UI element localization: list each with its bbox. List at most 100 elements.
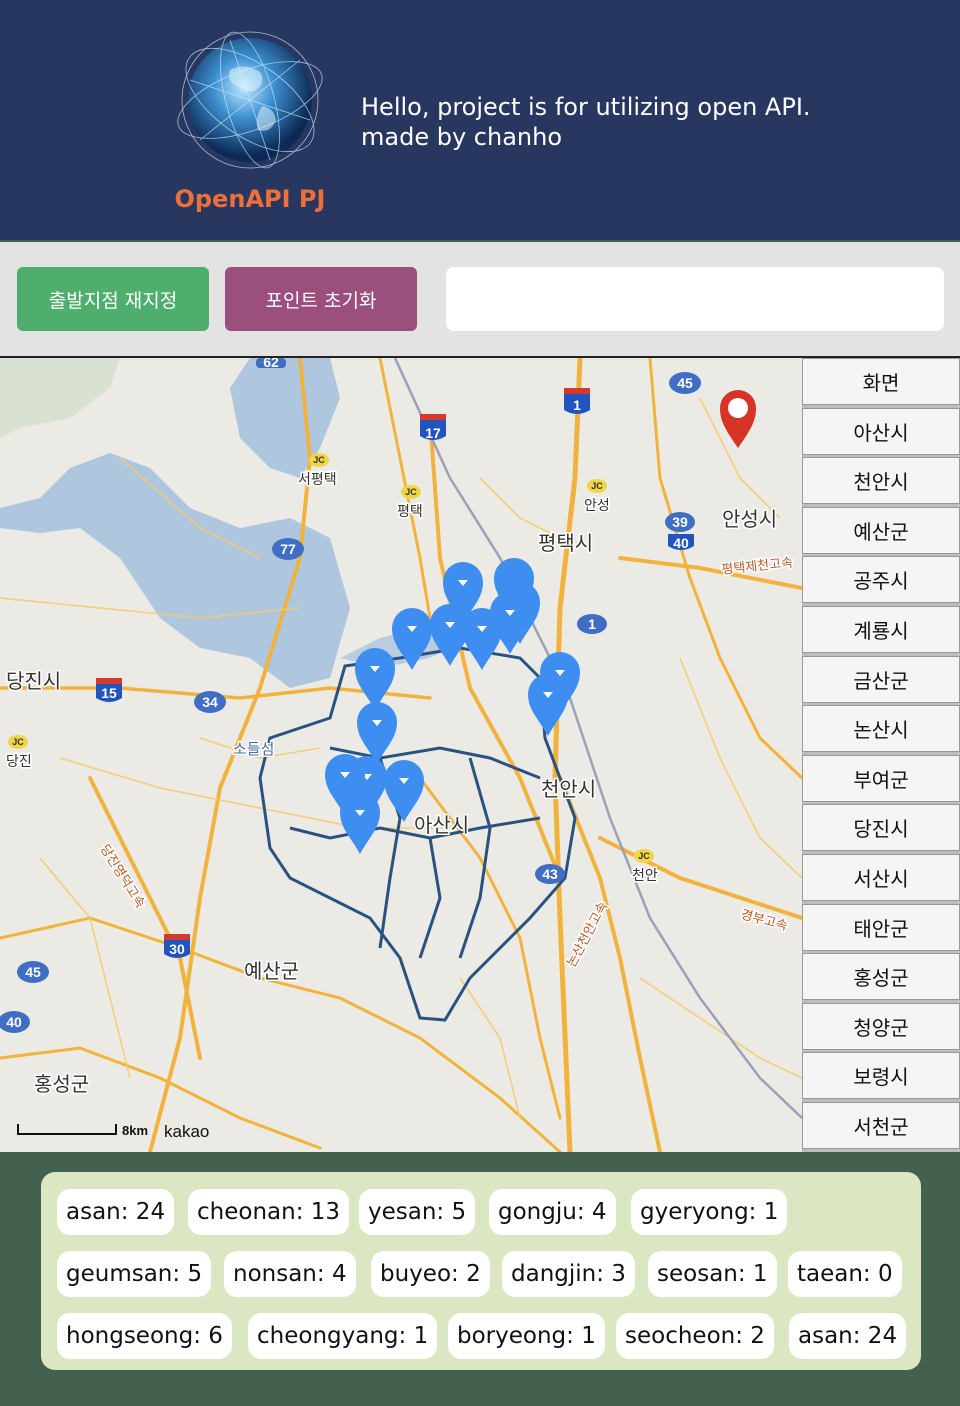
label-yesan-county: 예산군 [244,959,299,983]
map-pin-icon[interactable] [462,608,502,670]
svg-text:45: 45 [25,964,41,980]
stat-chip-gyeryong: gyeryong: 1 [631,1189,788,1235]
map-view[interactable]: 62 17 1 45 39 40 77 15 34 1 43 30 45 40 … [0,358,802,1152]
toolbar: 출발지점 재지정 포인트 초기화 [0,242,960,359]
region-item-screen[interactable]: 화면 [802,358,960,405]
stat-chip-dangjin: dangjin: 3 [502,1251,635,1297]
svg-text:17: 17 [425,425,441,441]
label-road-pyeongtaek-jecheon: 평택제천고속 [721,556,794,578]
svg-text:1: 1 [573,397,581,413]
svg-text:77: 77 [280,541,296,557]
route-shield: 17 [420,414,446,441]
intro-text: Hello, project is for utilizing open API… [361,92,811,152]
label-dangjin-city: 당진시 [6,669,61,693]
marker-group [325,558,580,854]
svg-text:39: 39 [672,514,688,530]
reset-points-button[interactable]: 포인트 초기화 [225,267,417,331]
region-item-cheongyang[interactable]: 청양군 [802,1002,960,1050]
region-item-taean[interactable]: 태안군 [802,903,960,951]
route-shield: 39 [665,512,695,532]
svg-text:JC: JC [405,487,417,497]
stat-chip-buyeo: buyeo: 2 [371,1251,490,1297]
region-item-seosan[interactable]: 서산시 [802,853,960,901]
stat-chip-gongju: gongju: 4 [489,1189,616,1235]
svg-text:43: 43 [542,866,558,882]
app-header: OpenAPI PJ Hello, project is for utilizi… [0,0,960,240]
stat-chip-yesan: yesan: 5 [359,1189,476,1235]
svg-text:JC: JC [591,481,603,491]
route-shield: 30 [164,934,190,958]
stat-chip-boryeong: boryeong: 1 [448,1313,605,1359]
route-shield: 45 [669,372,701,394]
route-shield: 34 [194,691,226,713]
svg-text:62: 62 [263,358,279,370]
red-pin-icon[interactable] [720,390,756,448]
route-shield: 77 [272,538,304,560]
region-item-asan[interactable]: 아산시 [802,407,960,455]
region-item-cheonan[interactable]: 천안시 [802,457,960,505]
map-pin-icon[interactable] [340,792,380,854]
stat-chip-nonsan: nonsan: 4 [224,1251,356,1297]
jc-badge: JC [634,849,654,863]
map-canvas[interactable]: 62 17 1 45 39 40 77 15 34 1 43 30 45 40 … [0,358,802,1152]
region-item-boryeong[interactable]: 보령시 [802,1052,960,1100]
region-item-yesan[interactable]: 예산군 [802,506,960,554]
stat-chip-asan-total: asan: 24 [789,1313,907,1359]
region-list: 화면 아산시 천안시 예산군 공주시 계룡시 금산군 논산시 부여군 당진시 서… [802,358,960,1152]
svg-text:JC: JC [12,737,24,747]
region-item-seocheon[interactable]: 서천군 [802,1101,960,1149]
region-item-hongseong[interactable]: 홍성군 [802,953,960,1001]
label-cheonan-city: 천안시 [541,777,596,801]
region-item-buyeo[interactable]: 부여군 [802,754,960,802]
globe-icon [170,20,330,180]
stat-chip-cheongyang: cheongyang: 1 [248,1313,438,1359]
region-item-gongju[interactable]: 공주시 [802,556,960,604]
map-pin-icon[interactable] [355,648,395,710]
svg-text:45: 45 [677,375,693,391]
label-road-nonsan-cheonan: 논산천안고속 [564,899,611,969]
reset-start-button[interactable]: 출발지점 재지정 [17,267,209,331]
stat-chip-taean: taean: 0 [788,1251,902,1297]
map-scale-bar: 8km [17,1123,148,1138]
map-brand: kakao [164,1122,209,1141]
map-pin-icon[interactable] [528,674,568,736]
label-soreulseom: 소들섬 [233,740,274,758]
route-shield: 43 [535,864,565,884]
search-input[interactable] [446,267,944,331]
stat-chip-geumsan: geumsan: 5 [57,1251,212,1297]
stat-chip-seosan: seosan: 1 [648,1251,777,1297]
route-shield: 40 [0,1011,30,1033]
svg-text:40: 40 [6,1014,22,1030]
route-shield: 1 [577,614,607,634]
label-cheonan: 천안 [632,868,658,884]
svg-text:34: 34 [202,694,218,710]
route-shield: 1 [564,388,590,414]
jc-badge: JC [309,453,329,467]
svg-text:15: 15 [101,685,117,701]
label-dangjin: 당진 [6,754,32,770]
label-asan-city: 아산시 [414,813,469,837]
intro-line-2: made by chanho [361,123,562,151]
route-shield: 40 [668,534,694,551]
label-seopyeongtaek: 서평택 [298,472,337,488]
logo-text: OpenAPI PJ [174,185,326,213]
stat-chip-hongseong: hongseong: 6 [57,1313,232,1359]
region-item-gyeryong[interactable]: 계룡시 [802,605,960,653]
jc-badge: JC [587,479,607,493]
label-anseong-city: 안성시 [722,507,777,531]
stat-chip-asan: asan: 24 [57,1189,175,1235]
region-item-nonsan[interactable]: 논산시 [802,705,960,753]
label-pyeongtaek-city: 평택시 [538,531,593,555]
route-shield: 15 [96,678,122,702]
label-anseong: 안성 [584,498,610,514]
label-pyeongtaek: 평택 [397,504,423,520]
stat-chip-cheonan: cheonan: 13 [188,1189,350,1235]
jc-badge: JC [8,735,28,749]
route-shield: 45 [17,961,49,983]
region-item-geumsan[interactable]: 금산군 [802,655,960,703]
region-item-dangjin[interactable]: 당진시 [802,804,960,852]
stats-panel: asan: 24 cheonan: 13 yesan: 5 gongju: 4 … [41,1172,921,1370]
intro-line-1: Hello, project is for utilizing open API… [361,93,811,121]
svg-text:JC: JC [313,455,325,465]
svg-text:1: 1 [588,616,596,632]
